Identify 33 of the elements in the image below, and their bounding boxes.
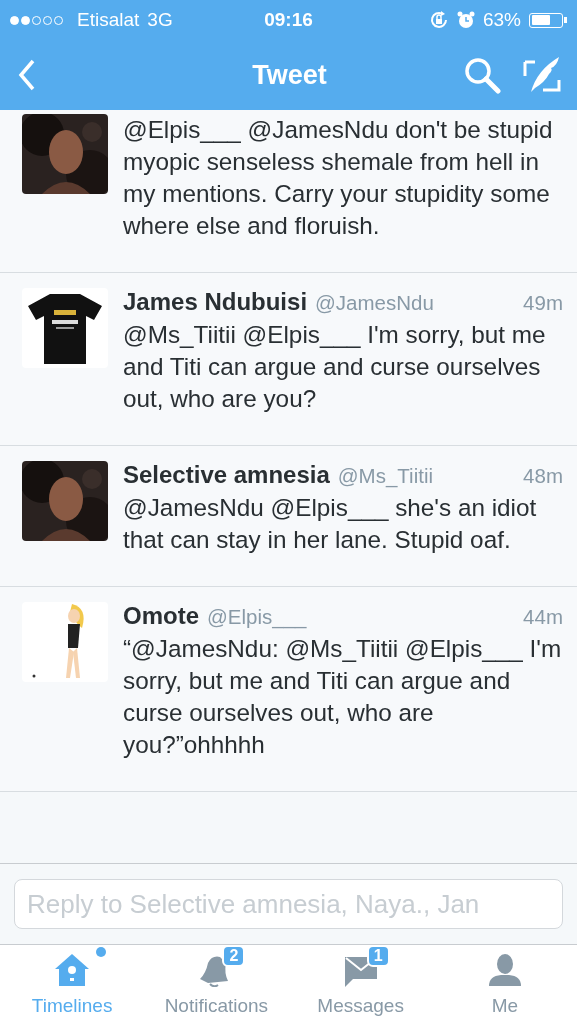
user-handle[interactable]: @Elpis___ (207, 605, 516, 629)
tab[interactable]: 1 Messages (288, 945, 433, 1024)
birdhouse-icon (54, 953, 91, 987)
count-badge: 2 (222, 945, 246, 967)
compose-icon[interactable] (523, 56, 561, 94)
reply-field[interactable]: Reply to Selective amnesia, Naya., Jan (14, 879, 563, 929)
tweet-text: @Ms_Tiitii @Elpis___ I'm sorry, but me and Titi can argue and curse ourselves out, who are you? (123, 320, 547, 414)
alarm-icon (457, 11, 475, 29)
screen-title: Tweet (252, 59, 327, 91)
network-type: 3G (147, 9, 173, 31)
person-icon (486, 953, 523, 987)
battery-icon (529, 12, 563, 28)
tweet-text: “@JamesNdu: @Ms_Tiitii @Elpis___ I'm sorry, but me and Titi can argue and curse ourselves out, who are you?”ohhhhh (123, 634, 563, 760)
carrier: Etisalat (77, 9, 140, 31)
back-icon[interactable] (18, 59, 36, 91)
battery-percent: 63% (483, 9, 521, 31)
search-icon[interactable] (463, 56, 501, 94)
tweet-text: @Elpis___ @JamesNdu don't be stupid myopic senseless shemale from hell in my mentions. Carry your stupidity some where else and floruish. (123, 115, 554, 241)
user-name[interactable]: James Ndubuisi (123, 288, 308, 316)
tweet-time: 48m (523, 464, 563, 488)
rotation-lock-icon (429, 10, 449, 30)
user-handle[interactable]: @JamesNdu (315, 291, 516, 315)
user-name[interactable]: Omote (123, 602, 199, 630)
user-handle[interactable]: @Ms_Tiitii (337, 464, 516, 488)
count-badge: 1 (366, 945, 390, 967)
user-name[interactable]: Selective amnesia (123, 461, 330, 489)
tweet-text: @JamesNdu @Elpis___ she's an idiot that can stay in her lane. Stupid oaf. (123, 493, 538, 555)
tweet-time: 49m (523, 291, 563, 315)
tab[interactable]: Timelines (0, 945, 145, 1024)
tab[interactable]: Me (432, 945, 577, 1024)
clock: 09:16 (264, 9, 313, 31)
tweet-time: 44m (523, 605, 563, 629)
tab[interactable]: 2 Notifications (144, 945, 289, 1024)
